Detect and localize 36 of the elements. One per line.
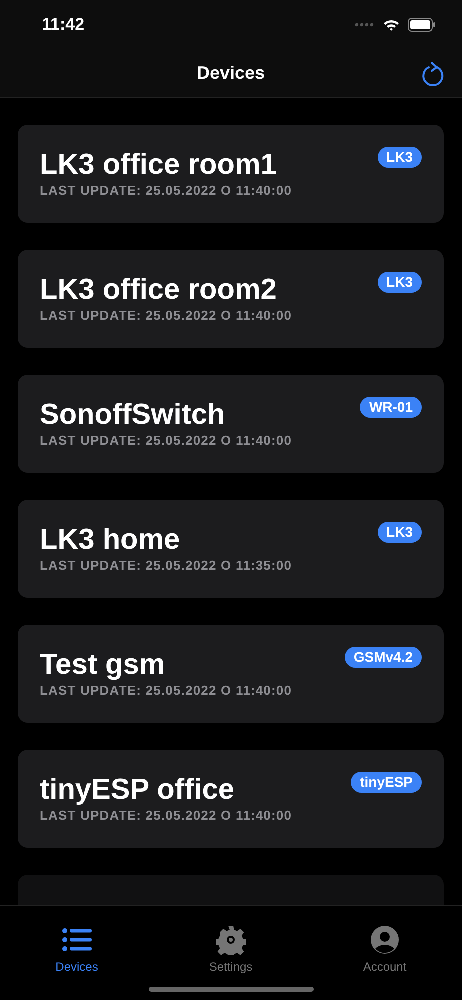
device-card[interactable]: Test gsm LAST UPDATE: 25.05.2022 O 11:40:00 GSMv4.2 [18,625,444,723]
device-type-badge: WR-01 [360,397,422,418]
device-type-badge: tinyESP [351,772,422,793]
signal-icon [355,23,375,27]
device-name: tinyESP office [40,773,234,808]
list-icon [62,928,92,952]
device-type-badge: LK3 [378,272,422,293]
tab-bar-item[interactable]: Devices [0,912,154,974]
last-update-text: LAST UPDATE: 25.05.2022 O 11:35:00 [40,558,292,574]
device-name: SonoffSwitch [40,398,226,433]
settings-icon [216,925,246,955]
device-type-badge: LK3 [378,522,422,543]
account-icon [371,926,399,954]
device-card[interactable]: SonoffSwitch LAST UPDATE: 25.05.2022 O 11:40:00 WR-01 [18,375,444,473]
tab-bar-item[interactable]: Settings [154,912,308,974]
device-type-badge: GSMv4.2 [344,647,422,668]
device-card[interactable]: LK3 office room1 LAST UPDATE: 25.05.2022 O 11:40:00 LK3 [18,125,444,223]
last-update-text: LAST UPDATE: 25.05.2022 O 11:40:00 [40,808,292,824]
device-name: LK3 home [40,523,180,558]
device-card[interactable]: tinyESP office LAST UPDATE: 25.05.2022 O 11:40:00 tinyESP [18,750,444,848]
device-name: LK3 office room1 [40,148,277,183]
device-type-badge: LK3 [378,147,422,168]
last-update-text: LAST UPDATE: 25.05.2022 O 11:40:00 [40,183,292,199]
device-card[interactable]: LK3 office room2 LAST UPDATE: 25.05.2022 O 11:40:00 LK3 [18,250,444,348]
refresh-icon[interactable] [421,62,445,88]
device-name: Test gsm [40,648,166,683]
last-update-text: LAST UPDATE: 25.05.2022 O 11:40:00 [40,308,292,324]
battery-icon [408,18,436,32]
device-name: LK3 office room2 [40,273,277,308]
tab-bar-item[interactable]: Account [308,912,462,974]
device-card[interactable]: LK3 home LAST UPDATE: 25.05.2022 O 11:35:00 LK3 [18,500,444,598]
last-update-text: LAST UPDATE: 25.05.2022 O 11:40:00 [40,433,292,449]
status-time: 11:42 [42,14,85,36]
wifi-icon [383,18,400,32]
last-update-text: LAST UPDATE: 25.05.2022 O 11:40:00 [40,683,292,699]
screen-title: Devices [196,62,266,85]
